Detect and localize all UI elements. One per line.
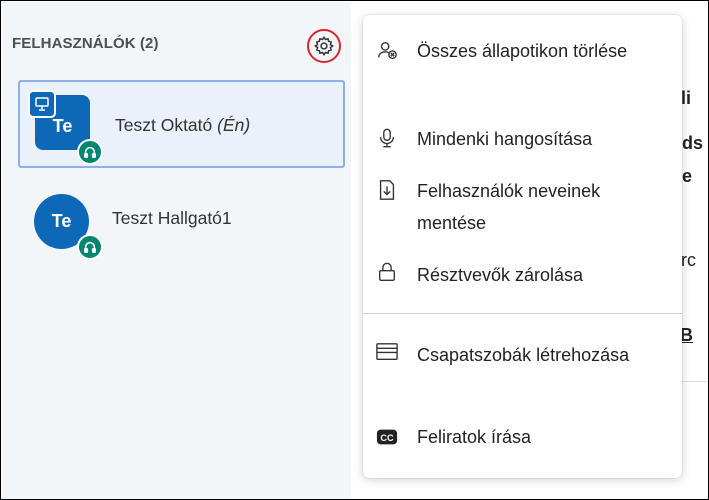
microphone-icon [374,125,400,151]
menu-item-label: Összes állapotikon törlése [417,41,628,61]
menu-item-captions[interactable]: CC Feliratok írása [363,419,682,457]
clear-status-icon [374,37,400,63]
menu-item-label: Feliratok írása [417,427,532,447]
menu-item-label: Mindenki hangosítása [417,129,593,149]
user-list-item[interactable]: Te Teszt Oktató (Én) [18,80,345,168]
breakout-rooms-icon [374,339,400,365]
user-name-text: Teszt Oktató [115,115,213,135]
menu-item-save-names[interactable]: Felhasználók neveinek mentése [363,171,682,239]
presenter-icon [28,90,56,118]
user-options-button[interactable] [307,29,341,63]
user-options-menu: Összes állapotikon törlése Mindenki hang… [363,15,682,478]
headphones-icon [77,234,103,260]
menu-item-breakout-rooms[interactable]: Csapatszobák létrehozása [363,335,682,403]
gear-icon [313,35,334,57]
headphones-icon [77,139,103,165]
lock-icon [374,259,400,285]
user-list-item[interactable]: Te Teszt Hallgató1 [18,176,345,264]
avatar-initials: Te [52,116,73,136]
user-name-text: Teszt Hallgató1 [112,208,232,228]
user-name: Teszt Hallgató1 [112,208,232,229]
svg-text:CC: CC [380,433,394,443]
user-name: Teszt Oktató (Én) [115,115,250,136]
menu-item-lock-viewers[interactable]: Résztvevők zárolása [363,255,682,293]
menu-separator [363,313,682,314]
user-list-panel: FELHASZNÁLÓK (2) Te Teszt Oktató (Én) Te… [2,2,351,499]
menu-item-label: Résztvevők zárolása [417,265,584,285]
user-list-title: FELHASZNÁLÓK (2) [12,35,159,52]
avatar-initials: Te [51,211,72,231]
menu-item-mute-all[interactable]: Mindenki hangosítása [363,119,682,157]
closed-captions-icon: CC [374,424,400,450]
app-window: FELHASZNÁLÓK (2) Te Teszt Oktató (Én) Te… [0,0,709,500]
menu-item-label: Felhasználók neveinek mentése [417,181,601,233]
menu-item-label: Csapatszobák létrehozása [417,345,630,365]
menu-item-clear-status[interactable]: Összes állapotikon törlése [363,31,682,99]
self-tag: (Én) [217,115,251,135]
download-icon [374,177,400,203]
